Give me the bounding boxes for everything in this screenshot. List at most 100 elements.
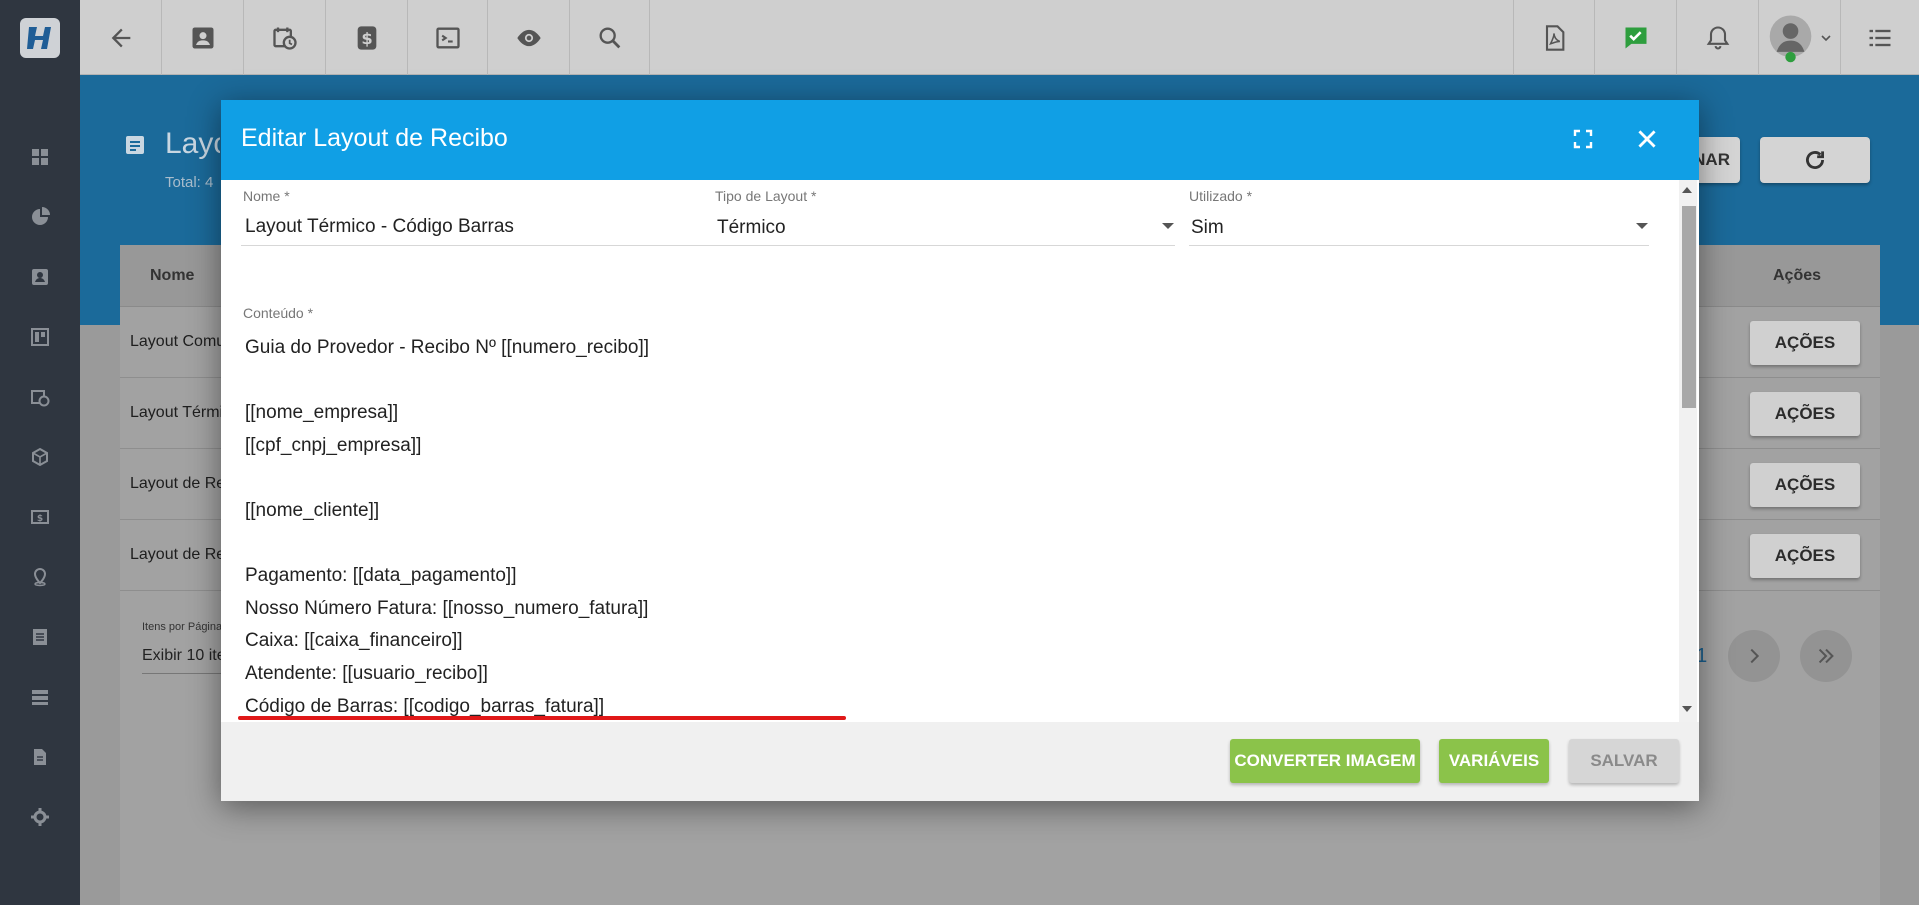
row-actions-button[interactable]: AÇÕES xyxy=(1750,463,1860,507)
sidebar-item-network[interactable] xyxy=(0,677,80,717)
content-line: [[nome_empresa]] xyxy=(245,402,399,424)
refresh-button[interactable] xyxy=(1760,137,1870,183)
content-textarea[interactable]: Guia do Provedor - Recibo Nº [[numero_re… xyxy=(245,332,649,722)
row-actions-button[interactable]: AÇÕES xyxy=(1750,392,1860,436)
search-button[interactable] xyxy=(570,0,650,75)
back-button[interactable] xyxy=(80,0,162,75)
fullscreen-icon xyxy=(1573,129,1593,149)
contacts-button[interactable] xyxy=(162,0,244,75)
schedule-button[interactable] xyxy=(244,0,326,75)
scroll-down-arrow[interactable] xyxy=(1682,706,1692,712)
dialog-footer: CONVERTER IMAGEM VARIÁVEIS SALVAR xyxy=(221,722,1699,801)
sidebar-item-inventory[interactable] xyxy=(0,437,80,477)
refresh-icon xyxy=(1806,151,1824,169)
terminal-button[interactable] xyxy=(408,0,488,75)
content-line xyxy=(245,528,649,561)
content-line: Atendente: [[usuario_recibo]] xyxy=(245,662,488,684)
dialog-title: Editar Layout de Recibo xyxy=(241,124,508,152)
edit-layout-dialog: Editar Layout de Recibo Nome * Layout Té… xyxy=(221,100,1699,801)
per-page-select[interactable]: Exibir 10 itens xyxy=(142,647,232,674)
checkmark-chat-icon xyxy=(1625,27,1646,48)
menu-list-icon xyxy=(1869,29,1891,46)
location-pin-icon xyxy=(33,567,47,587)
used-select[interactable]: Sim xyxy=(1191,217,1224,239)
sidebar-item-settings[interactable] xyxy=(0,797,80,837)
avatar xyxy=(1769,14,1811,62)
sidebar-item-reports[interactable] xyxy=(0,197,80,237)
save-button[interactable]: SALVAR xyxy=(1569,739,1679,783)
content-line: [[nome_cliente]] xyxy=(245,499,380,521)
user-menu[interactable] xyxy=(1759,0,1841,75)
dashboard-icon xyxy=(32,149,48,165)
row-name: Layout de Recibo xyxy=(130,475,230,492)
calendar-clock-icon xyxy=(272,27,297,50)
content-field-label: Conteúdo * xyxy=(243,305,314,321)
name-input[interactable]: Layout Térmico - Código Barras xyxy=(245,216,514,238)
variables-button[interactable]: VARIÁVEIS xyxy=(1439,739,1549,783)
dialog-body: Nome * Layout Térmico - Código Barras Ti… xyxy=(221,180,1699,722)
highlight-underline xyxy=(238,716,846,720)
pdf-icon xyxy=(1545,24,1565,51)
gear-icon xyxy=(31,808,49,826)
pdf-button[interactable] xyxy=(1513,0,1595,75)
sidebar-item-documents[interactable] xyxy=(0,737,80,777)
content-line: Pagamento: [[data_pagamento]] xyxy=(245,565,517,587)
fullscreen-button[interactable] xyxy=(1566,122,1600,156)
document-list-icon xyxy=(126,136,144,154)
close-button[interactable] xyxy=(1630,122,1664,156)
sidebar-item-lists[interactable] xyxy=(0,617,80,657)
top-toolbar: $ xyxy=(0,0,1919,75)
sidebar-item-maps[interactable] xyxy=(0,557,80,597)
eye-icon xyxy=(516,29,541,46)
sidebar-item-clients[interactable] xyxy=(0,257,80,297)
dollar-icon: $ xyxy=(357,25,376,50)
chevron-right-icon xyxy=(1750,648,1760,664)
money-icon: $ xyxy=(31,510,49,524)
dialog-header: Editar Layout de Recibo xyxy=(221,100,1699,180)
scroll-up-arrow[interactable] xyxy=(1682,187,1692,193)
finance-button[interactable]: $ xyxy=(326,0,408,75)
content-line: Nosso Número Fatura: [[nosso_numero_fatu… xyxy=(245,597,649,619)
chevron-down-icon xyxy=(1820,34,1831,41)
column-header-name[interactable]: Nome xyxy=(150,267,194,285)
sidebar-item-board[interactable] xyxy=(0,317,80,357)
layout-type-dropdown-arrow[interactable] xyxy=(1162,223,1174,229)
convert-image-button[interactable]: CONVERTER IMAGEM xyxy=(1230,739,1420,783)
next-page-button[interactable] xyxy=(1728,630,1780,682)
view-button[interactable] xyxy=(488,0,570,75)
app-logo[interactable] xyxy=(0,0,80,75)
content-line: [[cpf_cnpj_empresa]] xyxy=(245,434,422,456)
double-chevron-right-icon xyxy=(1818,648,1834,664)
content-line: Guia do Provedor - Recibo Nº [[numero_re… xyxy=(245,337,650,358)
logo-icon xyxy=(20,17,60,58)
left-sidebar: $ xyxy=(0,75,80,905)
row-actions-button[interactable]: AÇÕES xyxy=(1750,321,1860,365)
column-header-actions: Ações xyxy=(1773,267,1822,284)
sidebar-item-schedule[interactable] xyxy=(0,377,80,417)
main-menu-button[interactable] xyxy=(1841,0,1919,75)
used-dropdown-arrow[interactable] xyxy=(1636,223,1648,229)
sidebar-item-dashboard[interactable] xyxy=(0,137,80,177)
back-arrow-icon xyxy=(111,28,130,47)
page-title: Layouts de Recibo xyxy=(165,127,220,160)
scrollbar-thumb[interactable] xyxy=(1682,206,1696,408)
server-icon xyxy=(32,690,48,705)
contact-card-icon xyxy=(192,27,213,48)
row-name: Layout Comum xyxy=(130,333,230,350)
last-page-button[interactable] xyxy=(1800,630,1852,682)
bell-icon xyxy=(1706,25,1729,50)
sidebar-item-finance[interactable]: $ xyxy=(0,497,80,537)
terminal-icon xyxy=(435,27,460,48)
document-icon xyxy=(34,749,46,765)
page-subtitle: Total: 4 xyxy=(165,174,214,191)
svg-text:$: $ xyxy=(361,28,372,47)
layout-type-select[interactable]: Térmico xyxy=(717,217,786,239)
contact-icon xyxy=(32,269,48,285)
row-actions-button[interactable]: AÇÕES xyxy=(1750,534,1860,578)
per-page-label: Itens por Página xyxy=(142,621,223,633)
search-icon xyxy=(599,27,620,48)
tasks-button[interactable] xyxy=(1595,0,1677,75)
notifications-button[interactable] xyxy=(1677,0,1759,75)
content-line: Caixa: [[caixa_financeiro]] xyxy=(245,630,463,652)
content-line xyxy=(245,365,649,398)
